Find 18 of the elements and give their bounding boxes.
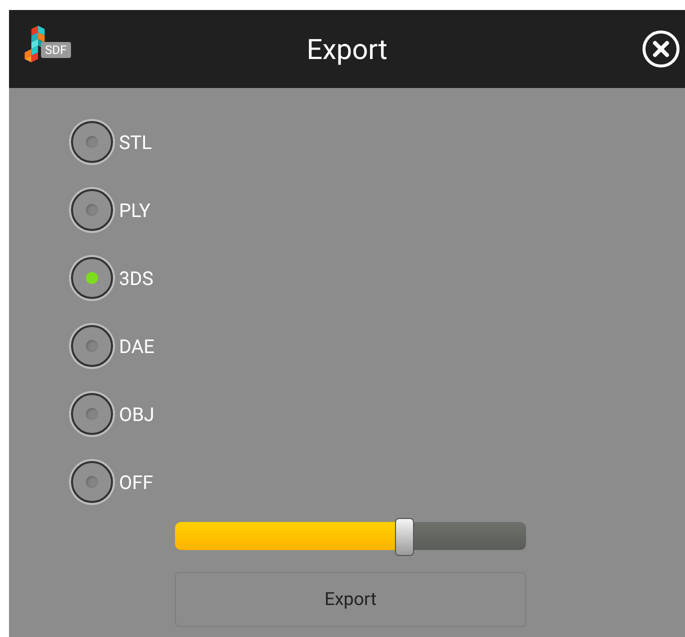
- close-icon[interactable]: [641, 29, 681, 69]
- export-button[interactable]: Export: [175, 572, 526, 627]
- radio-button[interactable]: [71, 461, 113, 503]
- radio-label[interactable]: DAE: [119, 334, 154, 358]
- radio-label[interactable]: 3DS: [119, 266, 154, 290]
- radio-label[interactable]: STL: [119, 130, 152, 154]
- logo-text: SDF: [41, 42, 71, 58]
- radio-button[interactable]: [71, 325, 113, 367]
- radio-label[interactable]: OFF: [119, 470, 154, 494]
- radio-label[interactable]: PLY: [119, 198, 150, 222]
- slider-track[interactable]: [175, 518, 526, 554]
- radio-button[interactable]: [71, 393, 113, 435]
- slider-thumb[interactable]: [394, 518, 414, 556]
- radio-button[interactable]: [71, 189, 113, 231]
- radio-button[interactable]: [71, 257, 113, 299]
- window-title: Export: [306, 32, 388, 66]
- radio-label[interactable]: OBJ: [119, 402, 154, 426]
- radio-button[interactable]: [71, 121, 113, 163]
